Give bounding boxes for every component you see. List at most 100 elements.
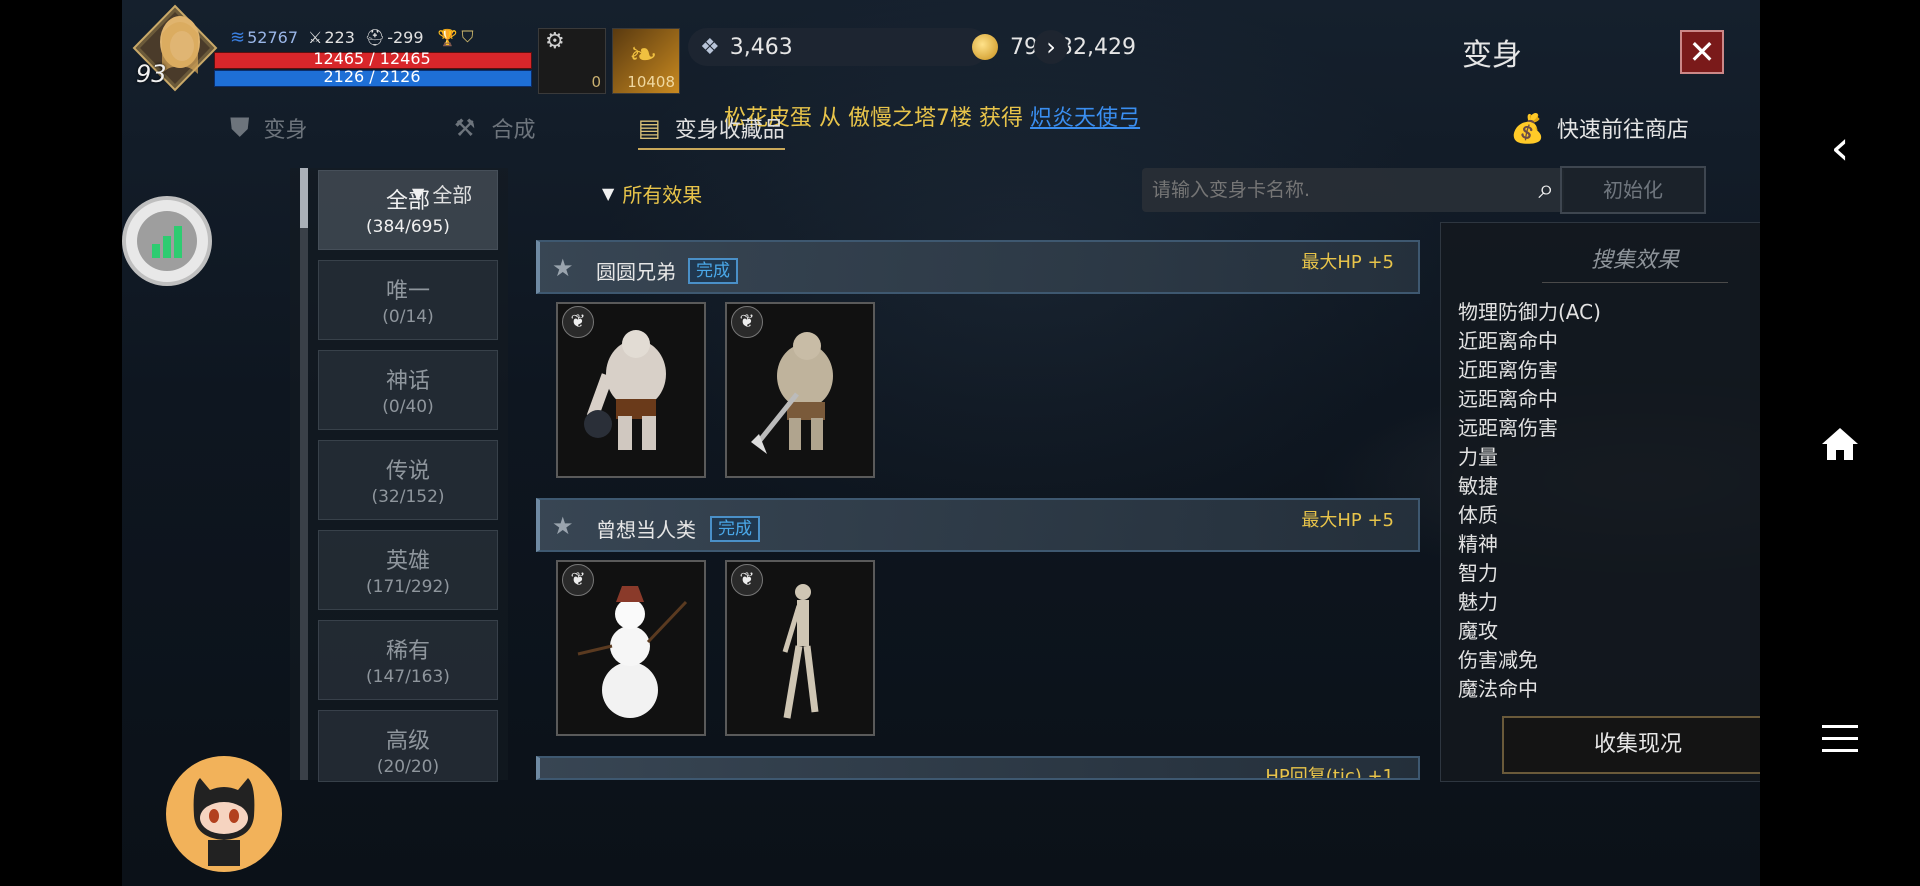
category-name: 高级 [385, 729, 430, 754]
sidebar-scroll-thumb[interactable] [300, 168, 308, 228]
cat-assistant-button[interactable] [166, 756, 282, 872]
octocat-icon [168, 758, 280, 870]
effect-name: 智力 [1458, 561, 1498, 585]
effect-row: 魔攻+11 [1458, 615, 1760, 644]
effect-row: 魔法命中+4 [1458, 673, 1760, 702]
effects-panel-title: 搜集效果 [1590, 248, 1679, 273]
tab-transform-label: 变身 [263, 118, 308, 143]
signal-bars-icon [137, 211, 197, 271]
filter-effect-dropdown[interactable]: ▼ 所有效果 [602, 178, 702, 208]
helmet-icon: ⛑ [364, 27, 386, 47]
collection-status-button[interactable]: 收集现况 [1502, 716, 1760, 774]
wizard-hat-icon: ⛊ [230, 112, 250, 143]
shop-link-label: 快速前往商店 [1556, 118, 1689, 143]
search-box[interactable]: ⌕ [1142, 168, 1564, 212]
effect-name: 魔法命中 [1458, 677, 1538, 701]
reset-button-label: 初始化 [1603, 178, 1663, 202]
effect-row: 近距离命中+39 [1458, 325, 1760, 354]
effect-name: 体质 [1458, 503, 1498, 527]
gear-icon: ⚙ [545, 29, 565, 54]
tab-combine-label: 合成 [491, 118, 536, 143]
effect-row: 精神+3 [1458, 528, 1760, 557]
effect-row: 力量+8 [1458, 441, 1760, 470]
tab-collection-label: 变身收藏品 [674, 118, 785, 143]
menu-button[interactable] [1760, 698, 1920, 778]
item-slot-1[interactable]: ⚙ 0 [538, 28, 606, 94]
effect-row: 敏捷+7 [1458, 470, 1760, 499]
mp-text: 2126 / 2126 [323, 67, 421, 86]
collection-bonus: HP回复(tic) +1 [1265, 766, 1394, 780]
trophy-icon[interactable]: 🏆 [438, 28, 458, 47]
triangle-down-icon: ▼ [412, 183, 425, 203]
reset-button[interactable]: 初始化 [1560, 166, 1706, 214]
book-icon: ▤ [638, 114, 661, 142]
effect-name: 力量 [1458, 445, 1498, 469]
effect-name: 敏捷 [1458, 474, 1498, 498]
tab-transform[interactable]: ⛊ 变身 [230, 108, 308, 148]
system-nav-bar: ‹ [1760, 0, 1920, 886]
gold-value: 79,532,429 [1010, 34, 1136, 60]
effect-name: 物理防御力(AC) [1458, 300, 1601, 324]
broadcast-item[interactable]: 炽炎天使弓 [1030, 106, 1140, 131]
page-title: 变身 [1462, 38, 1522, 73]
broadcast-message: 松花皮蛋 从 傲慢之塔7楼 获得 炽炎天使弓 [724, 100, 1140, 131]
tab-collection[interactable]: ▤ 变身收藏品 [638, 108, 785, 150]
back-button[interactable]: ‹ [1760, 108, 1920, 188]
search-icon[interactable]: ⌕ [1538, 172, 1554, 206]
shop-link[interactable]: 💰 快速前往商店 [1510, 108, 1689, 148]
effect-row: 物理防御力(AC)-26 [1458, 296, 1760, 325]
item-slot-1-count: 0 [591, 73, 601, 91]
effect-row: 魅力+1 [1458, 586, 1760, 615]
gold-currency[interactable]: 79,532,429 [842, 28, 1182, 66]
effect-row: 智力+7 [1458, 557, 1760, 586]
collection-bonus: 最大HP +5 [1301, 252, 1394, 273]
hamburger-menu-icon [1822, 725, 1858, 752]
filter-effect-value: 所有效果 [622, 182, 703, 207]
search-input[interactable] [1150, 174, 1504, 206]
sword-icon: ⚔ [308, 27, 323, 47]
category-count: (20/20) [376, 757, 440, 777]
effect-name: 近距离命中 [1458, 329, 1558, 353]
back-arrow-icon: ‹ [1830, 120, 1850, 176]
close-button[interactable]: ✕ [1680, 30, 1724, 74]
tab-combine[interactable]: ⚒ 合成 [454, 108, 536, 148]
crystal-value: 3,463 [729, 34, 793, 60]
broadcast-from: 从 [819, 106, 842, 131]
effects-title-divider [1542, 282, 1728, 283]
item-slot-2-count: 10408 [627, 73, 675, 91]
effect-row: 体质+7 [1458, 499, 1760, 528]
filter-category-value: 全部 [432, 182, 473, 207]
close-icon: ✕ [1688, 33, 1716, 71]
network-status-button[interactable] [122, 196, 212, 286]
home-icon [1822, 428, 1858, 460]
collection-group-header[interactable]: HP回复(tic) +1 [536, 756, 1420, 780]
effect-row: 伤害减免+16 [1458, 644, 1760, 673]
stat-b-value: 223 [324, 27, 355, 47]
stat-row: ≋ 52767 ⚔ 223 ⛑ -299 🏆 ⛉ [230, 26, 473, 48]
collection-name: 圆圆兄弟 [596, 260, 676, 284]
item-slot-2[interactable]: ❧ 10408 [612, 28, 680, 94]
filter-category-dropdown[interactable]: ▼ 全部 [412, 178, 472, 208]
shield-badge-icon[interactable]: ⛉ [461, 27, 473, 47]
effect-row: 远距离伤害+30 [1458, 412, 1760, 441]
complete-badge: 完成 [688, 258, 738, 284]
category-advanced[interactable]: 高级 (20/20) [318, 710, 498, 782]
game-viewport: 93 ≋ 52767 ⚔ 223 ⛑ -299 🏆 ⛉ 12465 / 1246… [122, 0, 1760, 886]
currency-more-button[interactable]: › [1034, 30, 1068, 64]
collection-status-label: 收集现况 [1593, 732, 1682, 757]
stat-c-value: -299 [387, 27, 424, 47]
effect-name: 伤害减免 [1458, 648, 1538, 672]
effect-name: 远距离命中 [1458, 387, 1558, 411]
player-level: 93 [136, 60, 167, 88]
favorite-star-icon[interactable]: ★ [552, 254, 574, 282]
money-bag-icon: 💰 [1510, 111, 1545, 145]
gold-coin-icon [972, 34, 998, 60]
home-button[interactable] [1760, 404, 1920, 484]
broadcast-place: 傲慢之塔7楼 [848, 106, 973, 131]
collection-group-header[interactable]: ★ 圆圆兄弟 完成 最大HP +5 [536, 240, 1420, 294]
wings-icon: ≋ [230, 26, 246, 48]
crystal-icon: ❖ [700, 34, 720, 60]
triangle-down-icon: ▼ [602, 183, 615, 203]
category-count: (384/695) [366, 217, 450, 237]
broadcast-got: 获得 [979, 106, 1024, 131]
